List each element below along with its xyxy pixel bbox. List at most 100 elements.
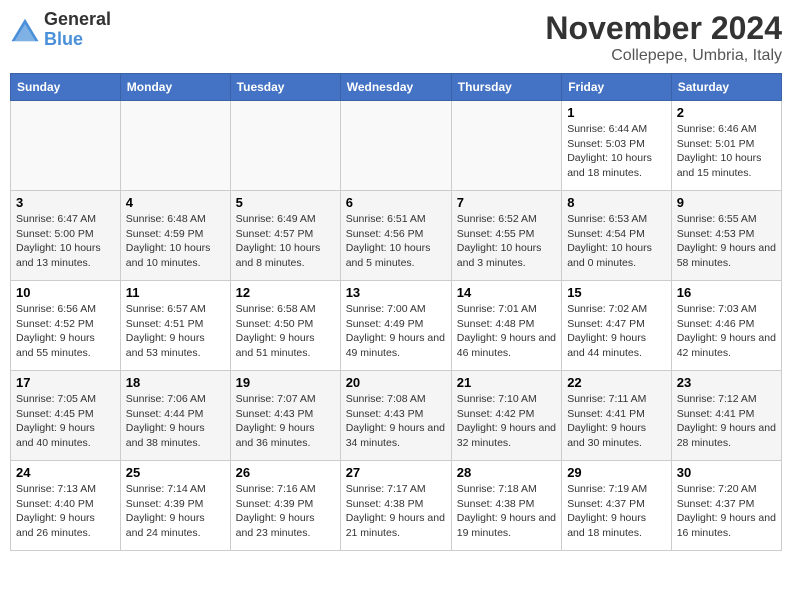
day-info: Sunrise: 7:10 AM Sunset: 4:42 PM Dayligh… (457, 392, 556, 451)
logo-icon (10, 15, 40, 45)
calendar-day-cell: 7 Sunrise: 6:52 AM Sunset: 4:55 PM Daylig… (451, 191, 561, 281)
day-info: Sunrise: 6:52 AM Sunset: 4:55 PM Dayligh… (457, 212, 556, 271)
calendar-day-cell: 24Sunrise: 7:13 AM Sunset: 4:40 PM Dayli… (11, 461, 121, 551)
day-info: Sunrise: 6:44 AM Sunset: 5:03 PM Dayligh… (567, 122, 666, 181)
day-info: Sunrise: 6:49 AM Sunset: 4:57 PM Dayligh… (236, 212, 335, 271)
calendar-day-cell (340, 101, 451, 191)
day-info: Sunrise: 7:19 AM Sunset: 4:37 PM Dayligh… (567, 482, 666, 541)
day-info: Sunrise: 7:08 AM Sunset: 4:43 PM Dayligh… (346, 392, 446, 451)
day-number: 1 (567, 105, 666, 120)
day-info: Sunrise: 7:17 AM Sunset: 4:38 PM Dayligh… (346, 482, 446, 541)
calendar-day-cell: 20 Sunrise: 7:08 AM Sunset: 4:43 PM Dayli… (340, 371, 451, 461)
page-header: General Blue November 2024 Collepepe, Um… (10, 10, 782, 65)
calendar-week-row: 17 Sunrise: 7:05 AM Sunset: 4:45 PM Dayli… (11, 371, 782, 461)
day-number: 18 (126, 375, 225, 390)
calendar-day-cell: 14 Sunrise: 7:01 AM Sunset: 4:48 PM Dayli… (451, 281, 561, 371)
calendar-day-cell: 26 Sunrise: 7:16 AM Sunset: 4:39 PM Dayli… (230, 461, 340, 551)
calendar-day-cell: 23Sunrise: 7:12 AM Sunset: 4:41 PM Dayli… (671, 371, 781, 461)
calendar-day-cell: 3Sunrise: 6:47 AM Sunset: 5:00 PM Daylig… (11, 191, 121, 281)
day-info: Sunrise: 7:18 AM Sunset: 4:38 PM Dayligh… (457, 482, 556, 541)
day-info: Sunrise: 6:55 AM Sunset: 4:53 PM Dayligh… (677, 212, 776, 271)
calendar-day-cell: 6 Sunrise: 6:51 AM Sunset: 4:56 PM Daylig… (340, 191, 451, 281)
calendar-day-cell: 25 Sunrise: 7:14 AM Sunset: 4:39 PM Dayli… (120, 461, 230, 551)
day-number: 16 (677, 285, 776, 300)
weekday-header: Monday (120, 74, 230, 101)
day-number: 10 (16, 285, 115, 300)
calendar-day-cell: 8 Sunrise: 6:53 AM Sunset: 4:54 PM Daylig… (562, 191, 672, 281)
calendar-day-cell: 17 Sunrise: 7:05 AM Sunset: 4:45 PM Dayli… (11, 371, 121, 461)
weekday-header: Wednesday (340, 74, 451, 101)
day-info: Sunrise: 7:20 AM Sunset: 4:37 PM Dayligh… (677, 482, 776, 541)
day-number: 30 (677, 465, 776, 480)
calendar-day-cell (11, 101, 121, 191)
calendar-day-cell (451, 101, 561, 191)
calendar-day-cell: 13 Sunrise: 7:00 AM Sunset: 4:49 PM Dayli… (340, 281, 451, 371)
day-info: Sunrise: 7:06 AM Sunset: 4:44 PM Dayligh… (126, 392, 225, 451)
day-info: Sunrise: 7:16 AM Sunset: 4:39 PM Dayligh… (236, 482, 335, 541)
day-info: Sunrise: 7:01 AM Sunset: 4:48 PM Dayligh… (457, 302, 556, 361)
day-info: Sunrise: 7:11 AM Sunset: 4:41 PM Dayligh… (567, 392, 666, 451)
calendar-day-cell: 27 Sunrise: 7:17 AM Sunset: 4:38 PM Dayli… (340, 461, 451, 551)
day-number: 22 (567, 375, 666, 390)
day-info: Sunrise: 7:07 AM Sunset: 4:43 PM Dayligh… (236, 392, 335, 451)
day-number: 19 (236, 375, 335, 390)
day-number: 27 (346, 465, 446, 480)
day-number: 24 (16, 465, 115, 480)
day-info: Sunrise: 6:57 AM Sunset: 4:51 PM Dayligh… (126, 302, 225, 361)
calendar-day-cell: 18 Sunrise: 7:06 AM Sunset: 4:44 PM Dayli… (120, 371, 230, 461)
day-number: 6 (346, 195, 446, 210)
calendar-day-cell: 5 Sunrise: 6:49 AM Sunset: 4:57 PM Daylig… (230, 191, 340, 281)
day-number: 15 (567, 285, 666, 300)
day-number: 3 (16, 195, 115, 210)
day-info: Sunrise: 7:02 AM Sunset: 4:47 PM Dayligh… (567, 302, 666, 361)
day-info: Sunrise: 7:03 AM Sunset: 4:46 PM Dayligh… (677, 302, 776, 361)
day-number: 7 (457, 195, 556, 210)
calendar-day-cell: 21 Sunrise: 7:10 AM Sunset: 4:42 PM Dayli… (451, 371, 561, 461)
day-info: Sunrise: 6:58 AM Sunset: 4:50 PM Dayligh… (236, 302, 335, 361)
day-number: 5 (236, 195, 335, 210)
calendar-day-cell: 10Sunrise: 6:56 AM Sunset: 4:52 PM Dayli… (11, 281, 121, 371)
calendar-day-cell: 9 Sunrise: 6:55 AM Sunset: 4:53 PM Daylig… (671, 191, 781, 281)
day-number: 17 (16, 375, 115, 390)
day-number: 13 (346, 285, 446, 300)
logo: General Blue (10, 10, 111, 50)
calendar-table: SundayMondayTuesdayWednesdayThursdayFrid… (10, 73, 782, 551)
weekday-header: Friday (562, 74, 672, 101)
day-number: 14 (457, 285, 556, 300)
calendar-header-row: SundayMondayTuesdayWednesdayThursdayFrid… (11, 74, 782, 101)
day-info: Sunrise: 6:51 AM Sunset: 4:56 PM Dayligh… (346, 212, 446, 271)
location-text: Collepepe, Umbria, Italy (545, 47, 782, 65)
calendar-day-cell: 16 Sunrise: 7:03 AM Sunset: 4:46 PM Dayli… (671, 281, 781, 371)
day-number: 9 (677, 195, 776, 210)
calendar-day-cell: 29Sunrise: 7:19 AM Sunset: 4:37 PM Dayli… (562, 461, 672, 551)
day-info: Sunrise: 7:05 AM Sunset: 4:45 PM Dayligh… (16, 392, 115, 451)
calendar-day-cell: 22 Sunrise: 7:11 AM Sunset: 4:41 PM Dayli… (562, 371, 672, 461)
logo-general-text: General (44, 9, 111, 29)
calendar-day-cell: 2Sunrise: 6:46 AM Sunset: 5:01 PM Daylig… (671, 101, 781, 191)
day-info: Sunrise: 7:14 AM Sunset: 4:39 PM Dayligh… (126, 482, 225, 541)
day-number: 20 (346, 375, 446, 390)
day-number: 8 (567, 195, 666, 210)
day-info: Sunrise: 7:00 AM Sunset: 4:49 PM Dayligh… (346, 302, 446, 361)
day-info: Sunrise: 7:12 AM Sunset: 4:41 PM Dayligh… (677, 392, 776, 451)
calendar-day-cell: 12 Sunrise: 6:58 AM Sunset: 4:50 PM Dayli… (230, 281, 340, 371)
calendar-week-row: 24Sunrise: 7:13 AM Sunset: 4:40 PM Dayli… (11, 461, 782, 551)
month-title: November 2024 (545, 10, 782, 47)
calendar-day-cell: 11Sunrise: 6:57 AM Sunset: 4:51 PM Dayli… (120, 281, 230, 371)
title-block: November 2024 Collepepe, Umbria, Italy (545, 10, 782, 65)
calendar-day-cell: 28 Sunrise: 7:18 AM Sunset: 4:38 PM Dayli… (451, 461, 561, 551)
day-number: 12 (236, 285, 335, 300)
calendar-day-cell: 15 Sunrise: 7:02 AM Sunset: 4:47 PM Dayli… (562, 281, 672, 371)
logo-blue-text: Blue (44, 29, 83, 49)
day-number: 26 (236, 465, 335, 480)
day-info: Sunrise: 6:48 AM Sunset: 4:59 PM Dayligh… (126, 212, 225, 271)
calendar-week-row: 10Sunrise: 6:56 AM Sunset: 4:52 PM Dayli… (11, 281, 782, 371)
calendar-week-row: 3Sunrise: 6:47 AM Sunset: 5:00 PM Daylig… (11, 191, 782, 281)
calendar-day-cell: 30 Sunrise: 7:20 AM Sunset: 4:37 PM Dayli… (671, 461, 781, 551)
day-number: 21 (457, 375, 556, 390)
weekday-header: Tuesday (230, 74, 340, 101)
day-number: 28 (457, 465, 556, 480)
day-info: Sunrise: 6:46 AM Sunset: 5:01 PM Dayligh… (677, 122, 776, 181)
day-info: Sunrise: 6:53 AM Sunset: 4:54 PM Dayligh… (567, 212, 666, 271)
day-number: 25 (126, 465, 225, 480)
